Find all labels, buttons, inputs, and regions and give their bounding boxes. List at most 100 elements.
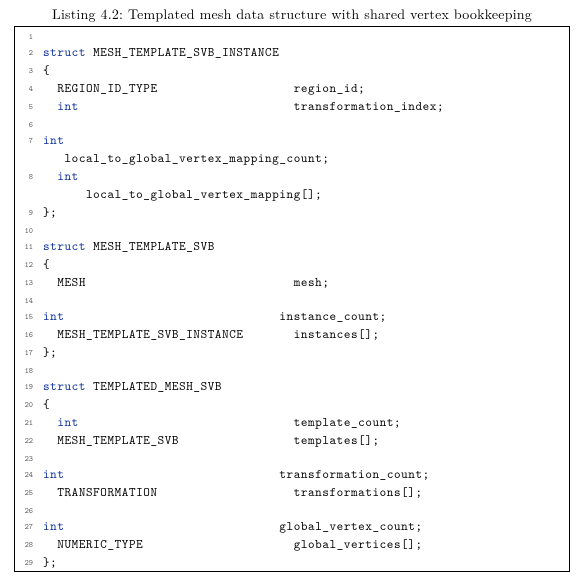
code-text: NUMERIC_TYPE global_vertices[]; [43,535,423,552]
code-content: }; [37,203,569,221]
keyword: int [43,131,65,148]
code-content: MESH_TEMPLATE_SVB_INSTANCE instances[]; [37,325,569,343]
code-text: local_to_global_vertex_mapping[]; [43,185,322,202]
code-line: 3{ [15,61,569,79]
code-content: }; [37,553,569,571]
code-text: REGION_ID_TYPE region_id; [43,79,365,96]
keyword: struct [43,237,86,254]
line-number: 26 [15,501,37,517]
code-content: struct MESH_TEMPLATE_SVB_INSTANCE [37,43,569,61]
code-content: MESH mesh; [37,273,569,291]
code-line: 7int local_to_global_vertex_mapping_coun… [15,131,569,167]
code-content: int global_vertex_count; [37,517,569,535]
listing-caption: Listing 4.2: Templated mesh data structu… [0,0,584,26]
code-content: TRANSFORMATION transformations[]; [37,483,569,501]
code-line: 28 NUMERIC_TYPE global_vertices[]; [15,535,569,553]
code-text: transformation_count; [65,465,430,482]
code-content: { [37,61,569,79]
code-text: { [43,395,50,412]
keyword: struct [43,43,86,60]
line-number: 2 [15,43,37,59]
line-number: 16 [15,325,37,341]
code-line: 22 MESH_TEMPLATE_SVB templates[]; [15,431,569,449]
code-content: struct MESH_TEMPLATE_SVB [37,237,569,255]
line-number: 28 [15,535,37,551]
line-number: 11 [15,237,37,253]
code-text: local_to_global_vertex_mapping_count; [43,149,330,166]
code-content: int local_to_global_vertex_mapping_count… [37,131,569,167]
code-text: template_count; [79,413,401,430]
code-line: 11struct MESH_TEMPLATE_SVB [15,237,569,255]
line-number: 4 [15,79,37,95]
code-line: 8 int local_to_global_vertex_mapping[]; [15,167,569,203]
code-content: }; [37,343,569,361]
line-number: 13 [15,273,37,289]
code-line: 18 [15,361,569,377]
code-content: MESH_TEMPLATE_SVB templates[]; [37,431,569,449]
line-number: 6 [15,115,37,131]
code-line: 27int global_vertex_count; [15,517,569,535]
line-number: 7 [15,131,37,147]
keyword: int [43,517,65,534]
line-number: 29 [15,553,37,569]
code-content: int transformation_count; [37,465,569,483]
code-text: TRANSFORMATION transformations[]; [43,483,423,500]
code-line: 5 int transformation_index; [15,97,569,115]
code-content: REGION_ID_TYPE region_id; [37,79,569,97]
code-content: int instance_count; [37,307,569,325]
code-text: MESH_TEMPLATE_SVB [86,237,215,254]
line-number: 17 [15,343,37,359]
line-number: 21 [15,413,37,429]
code-line: 9}; [15,203,569,221]
line-number: 19 [15,377,37,393]
code-line: 4 REGION_ID_TYPE region_id; [15,79,569,97]
code-line: 14 [15,291,569,307]
code-text: { [43,255,50,272]
code-text: global_vertex_count; [65,517,423,534]
code-line: 17}; [15,343,569,361]
line-number: 9 [15,203,37,219]
code-content: struct TEMPLATED_MESH_SVB [37,377,569,395]
line-number: 23 [15,449,37,465]
line-number: 1 [15,27,37,43]
code-line: 2struct MESH_TEMPLATE_SVB_INSTANCE [15,43,569,61]
line-number: 14 [15,291,37,307]
keyword: int [43,307,65,324]
line-number: 18 [15,361,37,377]
code-line: 21 int template_count; [15,413,569,431]
line-number: 27 [15,517,37,533]
code-line: 15int instance_count; [15,307,569,325]
line-number: 5 [15,97,37,113]
line-number: 10 [15,221,37,237]
code-text: MESH_TEMPLATE_SVB templates[]; [43,431,380,448]
line-number: 12 [15,255,37,271]
keyword: int [43,97,79,114]
line-number: 25 [15,483,37,499]
line-number: 20 [15,395,37,411]
code-text: }; [43,553,57,570]
code-line: 25 TRANSFORMATION transformations[]; [15,483,569,501]
code-content: { [37,255,569,273]
keyword: int [43,413,79,430]
code-content: { [37,395,569,413]
line-number: 3 [15,61,37,77]
code-line: 24int transformation_count; [15,465,569,483]
code-listing: 12struct MESH_TEMPLATE_SVB_INSTANCE3{4 R… [14,26,570,572]
code-content: int transformation_index; [37,97,569,115]
code-content: NUMERIC_TYPE global_vertices[]; [37,535,569,553]
code-line: 16 MESH_TEMPLATE_SVB_INSTANCE instances[… [15,325,569,343]
code-line: 23 [15,449,569,465]
keyword: int [43,167,79,184]
code-line: 26 [15,501,569,517]
code-line: 12 { [15,255,569,273]
code-text: MESH_TEMPLATE_SVB_INSTANCE instances[]; [43,325,380,342]
code-text: { [43,61,50,78]
code-text: MESH_TEMPLATE_SVB_INSTANCE [86,43,279,60]
code-text: instance_count; [65,307,387,324]
line-number: 8 [15,167,37,183]
code-line: 1 [15,27,569,43]
code-content: int template_count; [37,413,569,431]
code-line: 19struct TEMPLATED_MESH_SVB [15,377,569,395]
code-text: }; [43,343,57,360]
code-text: transformation_index; [79,97,444,114]
